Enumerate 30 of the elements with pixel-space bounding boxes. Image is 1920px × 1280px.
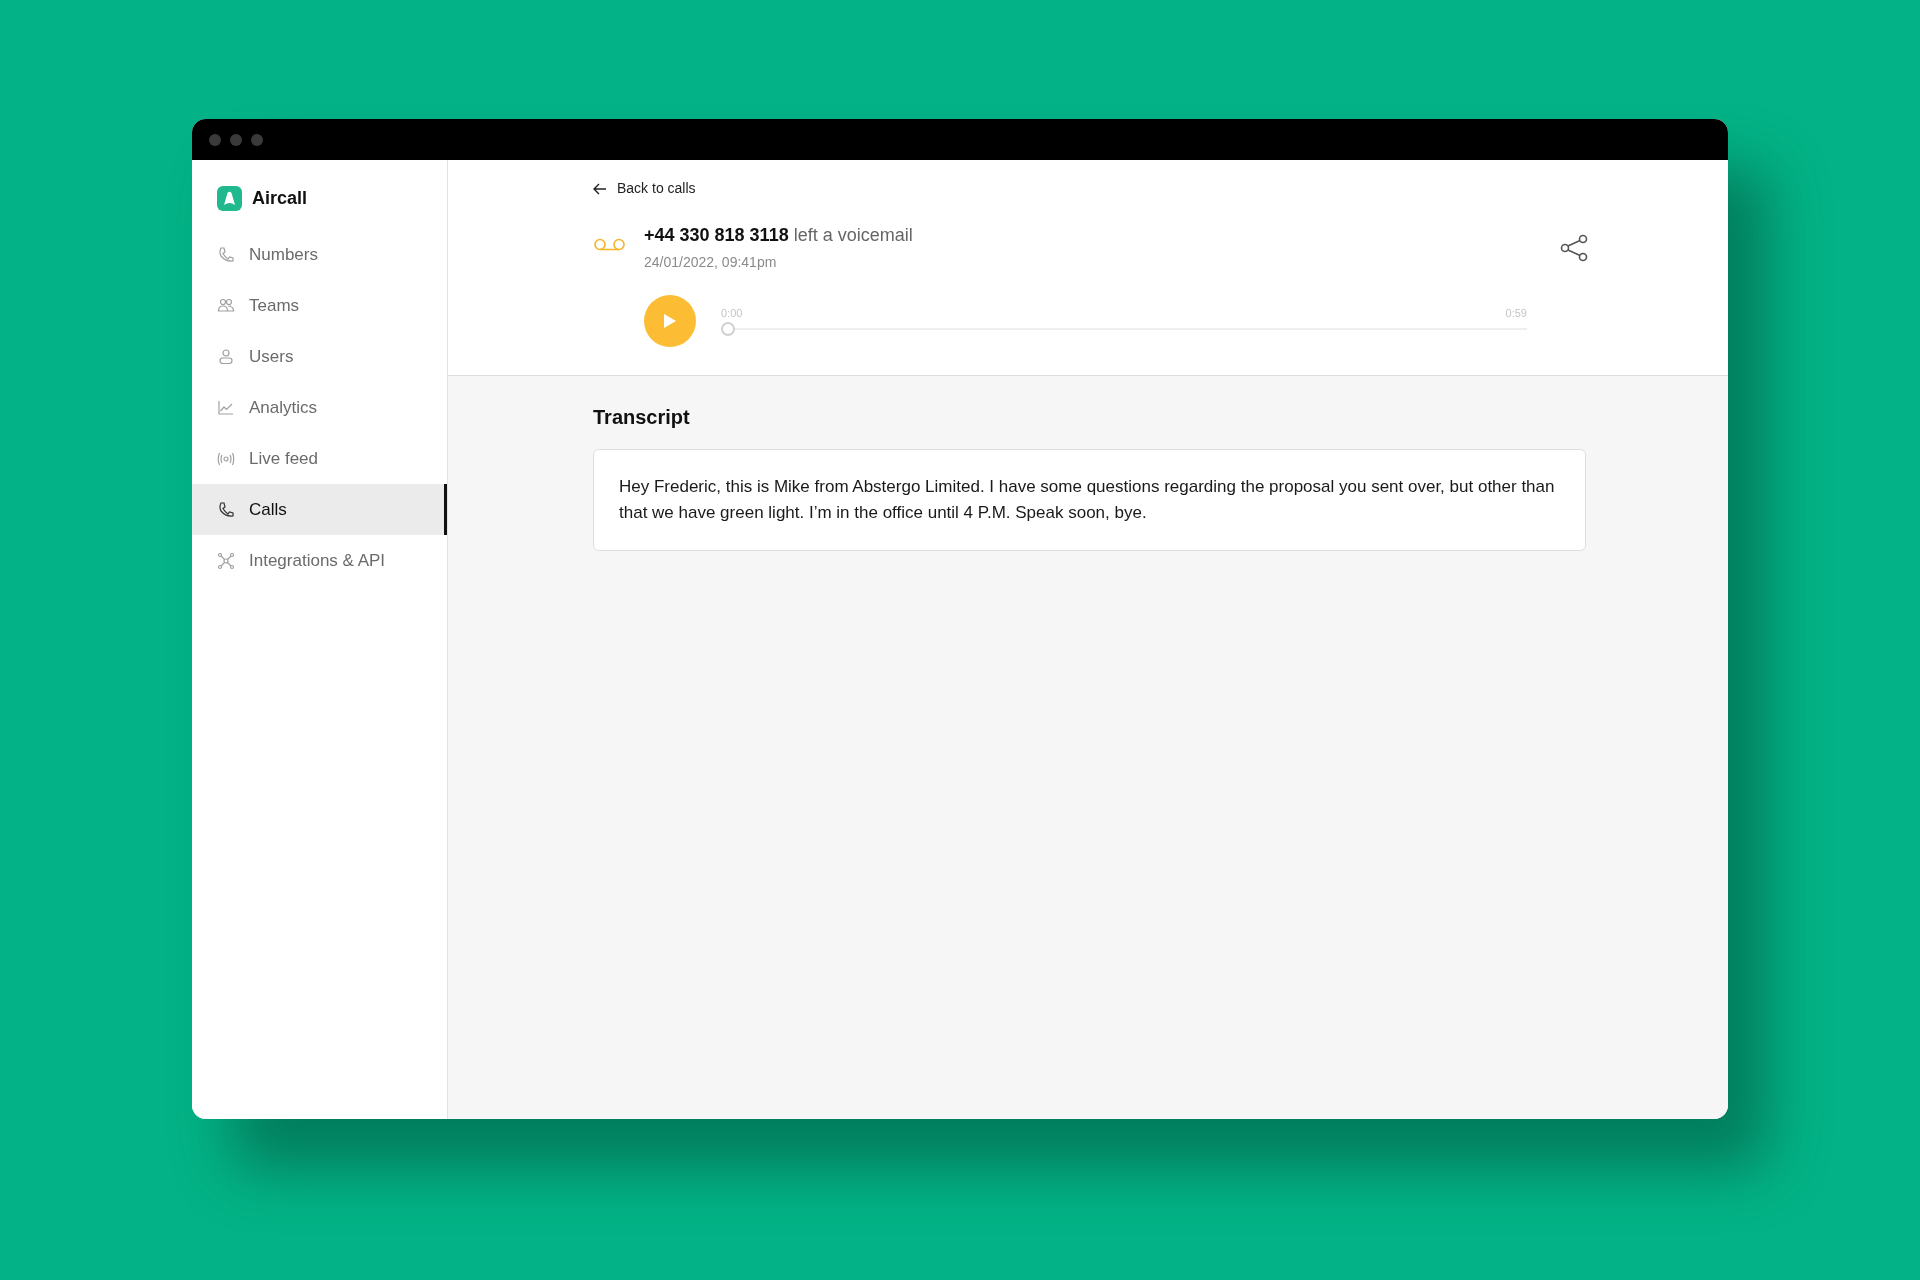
sidebar-item[interactable]: Live feed (192, 433, 447, 484)
share-icon[interactable] (1560, 233, 1588, 262)
phone-icon (217, 500, 235, 519)
sidebar-item[interactable]: Numbers (192, 229, 447, 280)
network-icon (217, 551, 235, 570)
app-name: Aircall (252, 186, 308, 210)
caller-number: +44 330 818 3118 (644, 224, 789, 245)
sidebar-item[interactable]: Users (192, 331, 447, 382)
sidebar-item[interactable]: Calls (192, 484, 447, 535)
user-icon (217, 347, 235, 366)
phone-icon (217, 245, 235, 264)
call-timestamp: 24/01/2022, 09:41pm (644, 252, 778, 272)
voicemail-icon (593, 237, 626, 251)
sidebar-item[interactable]: Analytics (192, 382, 447, 433)
progress-thumb[interactable] (721, 322, 735, 337)
duration-time: 0:59 (1505, 305, 1527, 321)
sidebar-item[interactable]: Teams (192, 280, 447, 331)
sidebar-item[interactable]: Integrations & API (192, 535, 447, 586)
back-arrow-icon (593, 182, 607, 195)
people-icon (217, 296, 235, 315)
transcript-heading: Transcript (593, 405, 691, 430)
logo-icon (217, 185, 242, 211)
call-description: left a voicemail (793, 224, 913, 245)
elapsed-time: 0:00 (721, 305, 743, 321)
back-link[interactable]: Back to calls (593, 178, 696, 199)
play-icon (663, 312, 677, 329)
chart-icon (217, 398, 235, 417)
transcript-text: Hey Frederic, this is Mike from Abstergo Limited. I have some questions regarding the proposal you sent over, but other than that we have green light. I’m in the office until 4 P.M. Speak soon, bye. (619, 476, 1556, 524)
progress-track[interactable] (721, 322, 1527, 337)
play-button[interactable] (644, 294, 696, 347)
